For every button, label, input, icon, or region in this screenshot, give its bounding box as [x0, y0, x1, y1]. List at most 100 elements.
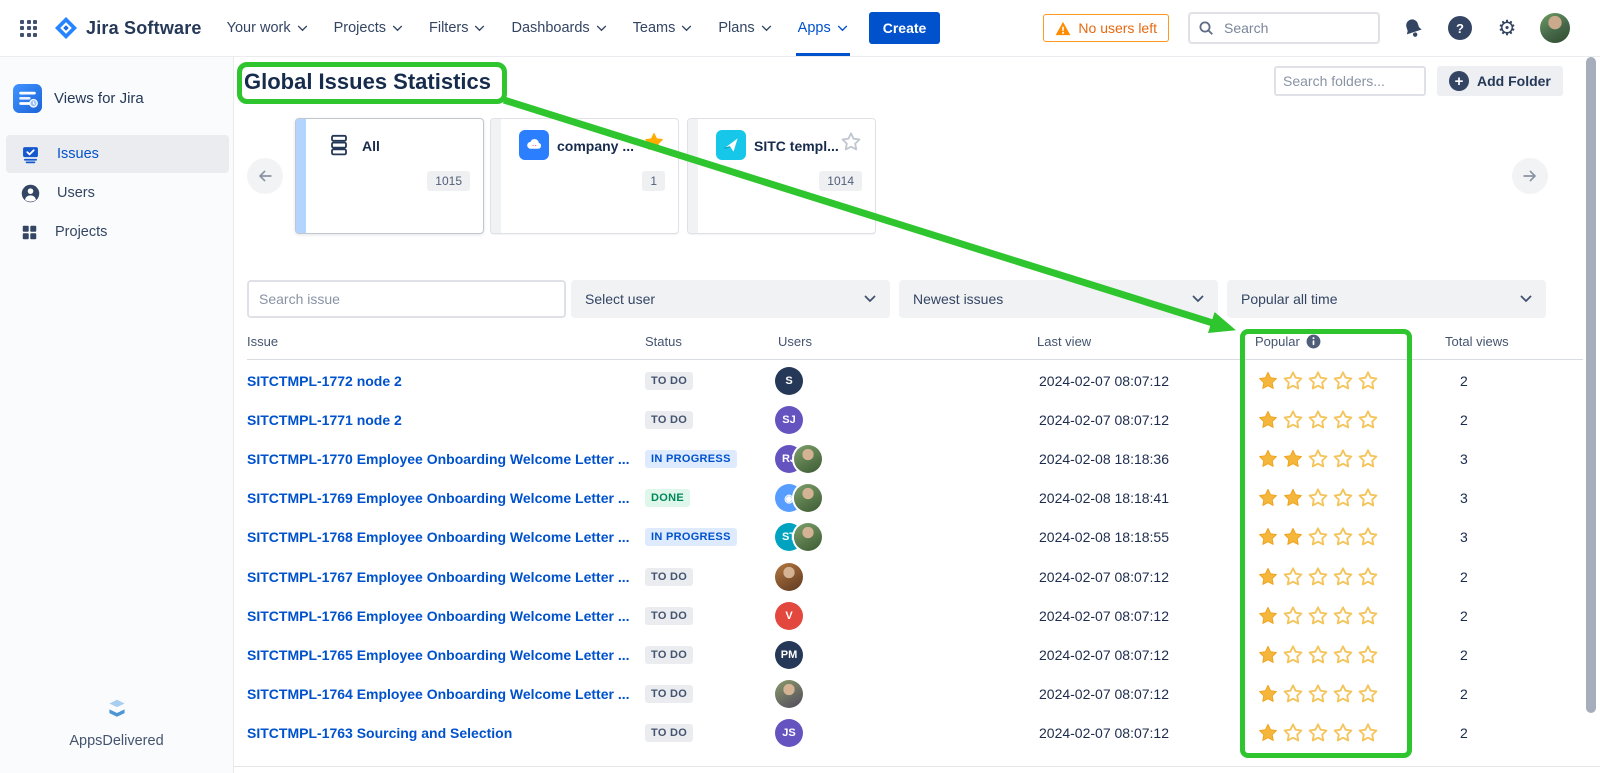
issue-link[interactable]: SITCTMPL-1771 node 2 [247, 412, 402, 428]
user-initials-avatar[interactable]: V [775, 602, 803, 630]
star-empty-icon[interactable] [1357, 644, 1379, 666]
popular-rating[interactable] [1257, 722, 1379, 744]
star-empty-icon[interactable] [1307, 605, 1329, 627]
global-search[interactable] [1188, 12, 1380, 44]
user-initials-avatar[interactable]: PM [775, 641, 803, 669]
global-search-input[interactable] [1222, 19, 1346, 37]
add-folder-button[interactable]: + Add Folder [1437, 66, 1563, 96]
star-filled-icon[interactable] [1257, 370, 1279, 392]
carousel-next-button[interactable] [1512, 158, 1548, 194]
star-empty-icon[interactable] [1307, 370, 1329, 392]
star-filled-icon[interactable] [1282, 448, 1304, 470]
star-empty-icon[interactable] [1332, 370, 1354, 392]
star-filled-icon[interactable] [1257, 644, 1279, 666]
issue-link[interactable]: SITCTMPL-1770 Employee Onboarding Welcom… [247, 451, 629, 467]
user-photo-avatar[interactable] [794, 523, 822, 551]
star-empty-icon[interactable] [1282, 409, 1304, 431]
nav-item-teams[interactable]: Teams [620, 0, 706, 56]
star-empty-icon[interactable] [1332, 487, 1354, 509]
issue-link[interactable]: SITCTMPL-1767 Employee Onboarding Welcom… [247, 569, 629, 585]
issue-link[interactable]: SITCTMPL-1764 Employee Onboarding Welcom… [247, 686, 629, 702]
sort-dropdown[interactable]: Newest issues [899, 280, 1218, 318]
sidebar-footer[interactable]: AppsDelivered [0, 696, 233, 749]
star-icon[interactable] [840, 131, 862, 153]
star-empty-icon[interactable] [1357, 566, 1379, 588]
user-initials-avatar[interactable]: JS [775, 719, 803, 747]
star-empty-icon[interactable] [1307, 644, 1329, 666]
user-photo-avatar[interactable] [775, 563, 803, 591]
star-empty-icon[interactable] [1332, 722, 1354, 744]
issue-link[interactable]: SITCTMPL-1763 Sourcing and Selection [247, 725, 512, 741]
notifications-icon[interactable] [1395, 10, 1430, 45]
app-switcher-icon[interactable] [20, 20, 37, 37]
star-empty-icon[interactable] [1307, 526, 1329, 548]
sidebar-item-projects[interactable]: Projects [6, 213, 229, 251]
popular-rating[interactable] [1257, 605, 1379, 627]
user-photo-avatar[interactable] [775, 680, 803, 708]
create-button[interactable]: Create [869, 12, 941, 44]
popular-rating[interactable] [1257, 683, 1379, 705]
no-users-left-badge[interactable]: No users left [1043, 14, 1169, 42]
popular-rating[interactable] [1257, 448, 1379, 470]
star-filled-icon[interactable] [1282, 487, 1304, 509]
issue-link[interactable]: SITCTMPL-1769 Employee Onboarding Welcom… [247, 490, 629, 506]
star-filled-icon[interactable] [1257, 526, 1279, 548]
popular-rating[interactable] [1257, 409, 1379, 431]
favorite-star-outline-icon[interactable] [840, 131, 862, 153]
issue-link[interactable]: SITCTMPL-1772 node 2 [247, 373, 402, 389]
settings-icon[interactable]: ⚙ [1493, 14, 1521, 42]
star-empty-icon[interactable] [1332, 566, 1354, 588]
star-empty-icon[interactable] [1307, 487, 1329, 509]
popular-rating[interactable] [1257, 644, 1379, 666]
star-empty-icon[interactable] [1332, 605, 1354, 627]
star-empty-icon[interactable] [1282, 370, 1304, 392]
folder-search-input[interactable] [1274, 66, 1426, 96]
star-empty-icon[interactable] [1332, 644, 1354, 666]
nav-item-dashboards[interactable]: Dashboards [498, 0, 619, 56]
nav-item-apps[interactable]: Apps [785, 0, 861, 56]
star-empty-icon[interactable] [1307, 409, 1329, 431]
user-initials-avatar[interactable]: S [775, 367, 803, 395]
select-user-dropdown[interactable]: Select user [571, 280, 890, 318]
star-empty-icon[interactable] [1282, 644, 1304, 666]
folder-card-company[interactable]: company ...1 [490, 118, 679, 234]
star-filled-icon[interactable] [1257, 566, 1279, 588]
nav-item-plans[interactable]: Plans [705, 0, 784, 56]
popularity-range-dropdown[interactable]: Popular all time [1227, 280, 1546, 318]
issue-link[interactable]: SITCTMPL-1766 Employee Onboarding Welcom… [247, 608, 629, 624]
star-empty-icon[interactable] [1282, 605, 1304, 627]
user-photo-avatar[interactable] [794, 484, 822, 512]
star-empty-icon[interactable] [1282, 722, 1304, 744]
help-icon[interactable]: ? [1446, 14, 1474, 42]
star-filled-icon[interactable] [1257, 605, 1279, 627]
folder-card-all[interactable]: All1015 [295, 118, 484, 234]
carousel-prev-button[interactable] [247, 158, 283, 194]
star-filled-icon[interactable] [1257, 487, 1279, 509]
star-empty-icon[interactable] [1357, 683, 1379, 705]
nav-item-filters[interactable]: Filters [416, 0, 498, 56]
star-empty-icon[interactable] [1357, 370, 1379, 392]
favorite-star-icon[interactable] [643, 131, 665, 153]
issue-link[interactable]: SITCTMPL-1768 Employee Onboarding Welcom… [247, 529, 629, 545]
star-empty-icon[interactable] [1332, 409, 1354, 431]
folder-card-sitc-templ[interactable]: SITC templ...1014 [687, 118, 876, 234]
popular-rating[interactable] [1257, 526, 1379, 548]
user-photo-avatar[interactable] [794, 445, 822, 473]
star-empty-icon[interactable] [1357, 448, 1379, 470]
nav-item-projects[interactable]: Projects [321, 0, 416, 56]
star-empty-icon[interactable] [1307, 566, 1329, 588]
star-icon[interactable] [643, 131, 665, 153]
vertical-scrollbar-thumb[interactable] [1586, 57, 1596, 713]
user-initials-avatar[interactable]: SJ [775, 406, 803, 434]
sidebar-item-users[interactable]: Users [6, 174, 229, 212]
popular-rating[interactable] [1257, 370, 1379, 392]
star-empty-icon[interactable] [1332, 683, 1354, 705]
popular-rating[interactable] [1257, 487, 1379, 509]
sidebar-item-issues[interactable]: Issues [6, 135, 229, 173]
star-empty-icon[interactable] [1332, 526, 1354, 548]
star-empty-icon[interactable] [1307, 448, 1329, 470]
star-empty-icon[interactable] [1357, 526, 1379, 548]
search-issue-input[interactable] [247, 280, 566, 318]
star-filled-icon[interactable] [1257, 448, 1279, 470]
star-empty-icon[interactable] [1307, 683, 1329, 705]
